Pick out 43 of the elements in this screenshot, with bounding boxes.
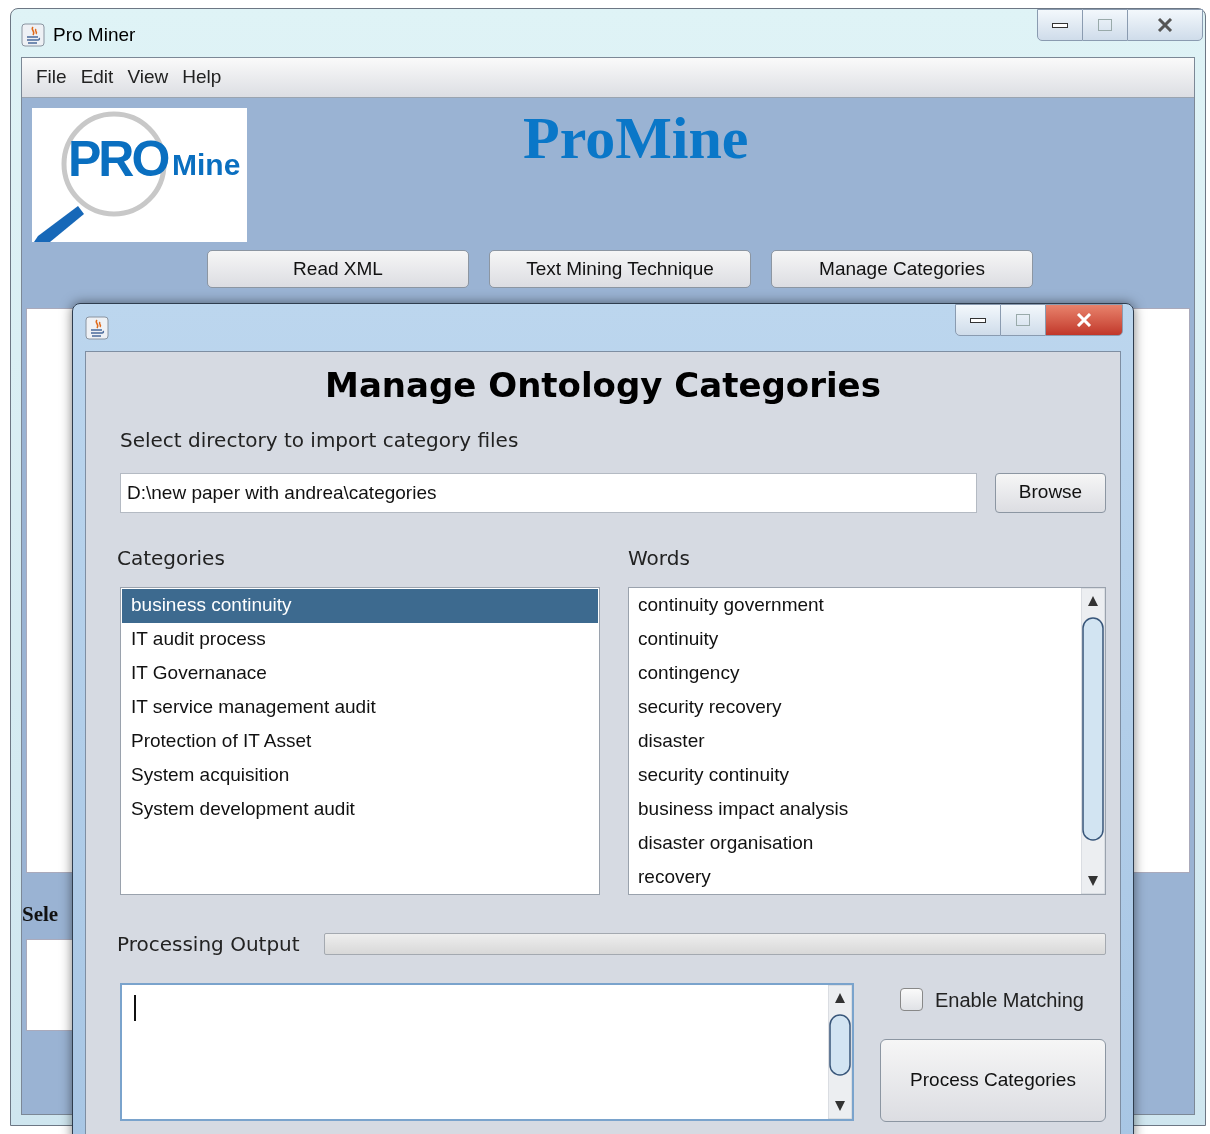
- word-item[interactable]: contingency: [629, 656, 1081, 691]
- close-button[interactable]: [1127, 9, 1203, 41]
- word-item[interactable]: security continuity: [629, 758, 1081, 793]
- java-cup-icon: [85, 316, 109, 340]
- word-item[interactable]: business impact analysis: [629, 792, 1081, 827]
- word-item[interactable]: continuity government: [629, 588, 1081, 623]
- enable-matching-checkbox[interactable]: [900, 988, 923, 1011]
- logo-text: Mine: [172, 150, 241, 180]
- minimize-button[interactable]: [955, 304, 1001, 336]
- menu-item[interactable]: View: [127, 63, 169, 92]
- close-icon: [1157, 18, 1173, 32]
- words-label: Words: [628, 544, 691, 572]
- word-item[interactable]: disaster: [629, 724, 1081, 759]
- browse-button[interactable]: Browse: [995, 472, 1106, 513]
- toolbar-button[interactable]: Text Mining Technique: [489, 250, 751, 288]
- process-categories-button[interactable]: Process Categories: [880, 1038, 1106, 1122]
- word-item[interactable]: security recovery: [629, 690, 1081, 725]
- logo-text: PRO: [68, 134, 168, 184]
- word-item[interactable]: continuity: [629, 622, 1081, 657]
- directory-field[interactable]: D:\new paper with andrea\categories: [120, 472, 977, 513]
- app-title: ProMine: [523, 108, 749, 168]
- scrollbar[interactable]: [1081, 587, 1105, 894]
- menu-item[interactable]: Help: [182, 63, 222, 92]
- minimize-button[interactable]: [1037, 9, 1083, 41]
- category-item[interactable]: business continuity: [122, 588, 598, 623]
- menu-item[interactable]: File: [36, 63, 67, 92]
- toolbar-button[interactable]: Read XML: [207, 250, 469, 288]
- menu-item[interactable]: Edit: [80, 63, 114, 92]
- output-label: Processing Output: [117, 930, 300, 958]
- toolbar-button[interactable]: Manage Categories: [771, 250, 1033, 288]
- java-cup-icon: [21, 23, 45, 48]
- word-item[interactable]: disaster organisation: [629, 826, 1081, 861]
- word-item[interactable]: recovery: [629, 860, 1081, 895]
- categories-label: Categories: [117, 544, 226, 572]
- close-icon: [1076, 313, 1092, 327]
- dialog-heading: Manage Ontology Categories: [324, 364, 882, 407]
- enable-matching-label: Enable Matching: [935, 987, 1084, 1013]
- scrollbar[interactable]: [828, 984, 852, 1119]
- section-label: Sele: [22, 901, 60, 928]
- window-title: Pro Miner: [53, 23, 136, 47]
- directory-label: Select directory to import category files: [120, 426, 520, 454]
- text-cursor: [134, 994, 136, 1021]
- close-button[interactable]: [1045, 304, 1123, 336]
